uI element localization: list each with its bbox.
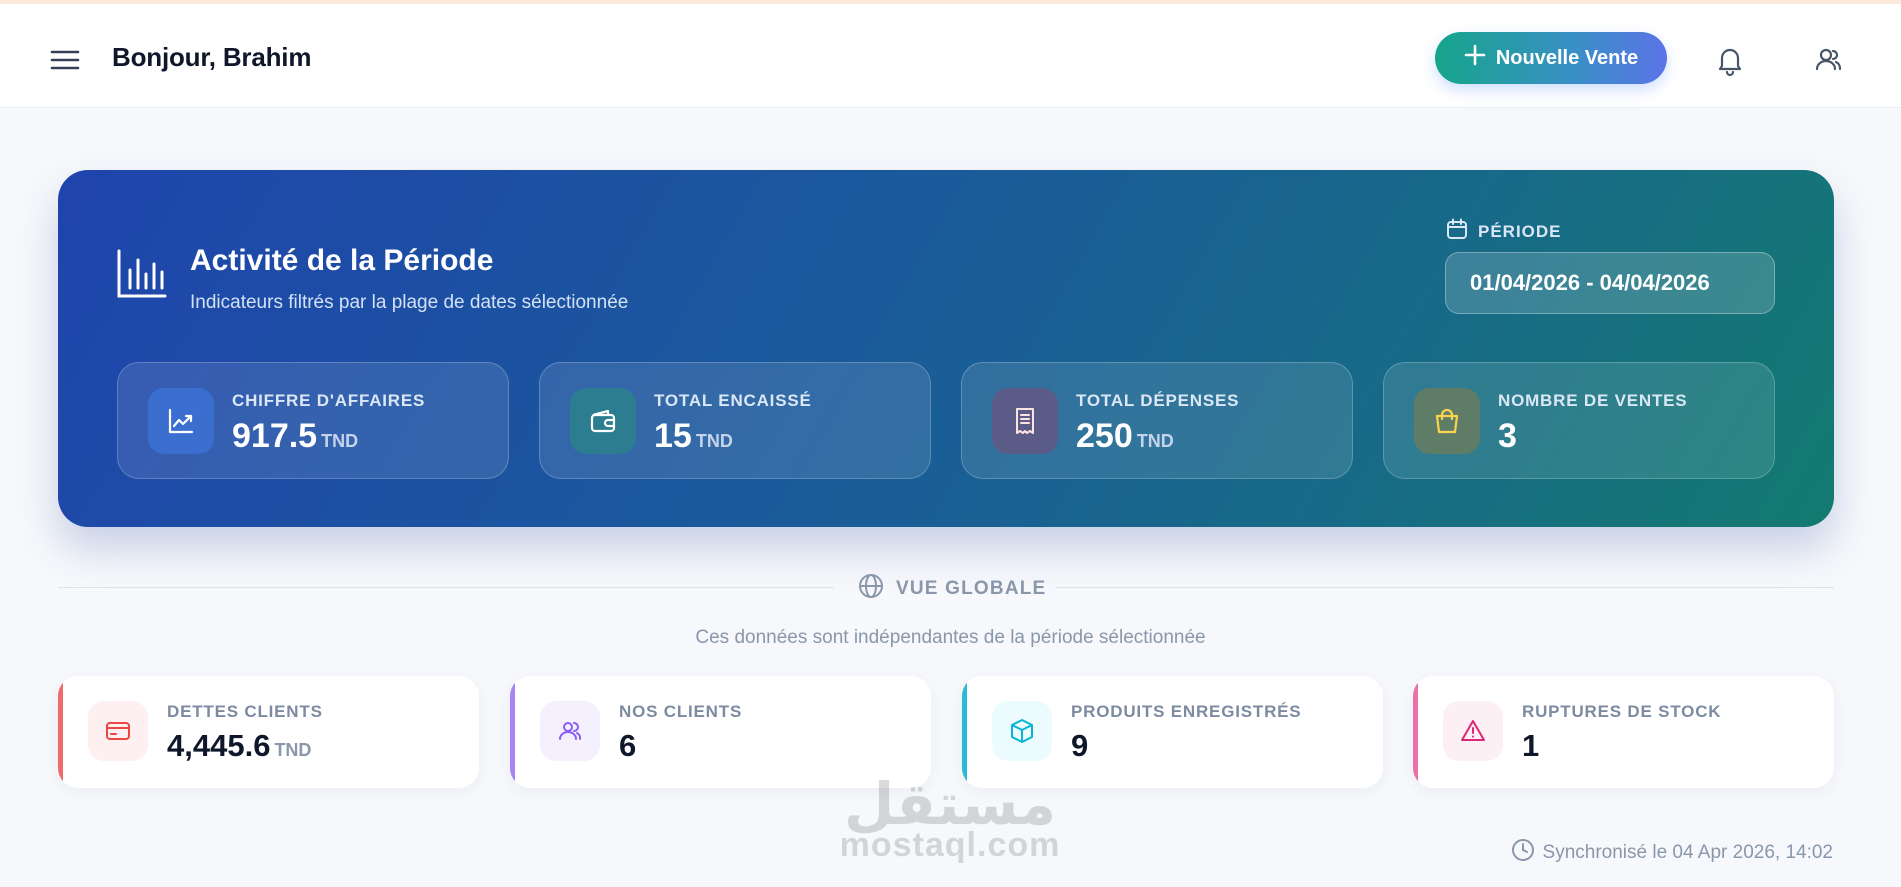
stat-value: 15 TND [654, 417, 733, 455]
stat-label: NOMBRE DE VENTES [1498, 391, 1688, 410]
greeting-text: Bonjour, Brahim [112, 42, 312, 72]
sync-text: Synchronisé le 04 Apr 2026, 14:02 [1542, 842, 1833, 863]
card-label: RUPTURES DE STOCK [1522, 702, 1722, 721]
card-value: 1 [1522, 728, 1540, 763]
stat-unit: TND [1136, 431, 1174, 451]
period-activity-panel: Activité de la Période Indicateurs filtr… [58, 170, 1834, 527]
trend-icon [148, 388, 214, 454]
global-view-subtitle: Ces données sont indépendantes de la pér… [695, 627, 1206, 648]
hero-title: Activité de la Période [190, 244, 494, 277]
stat-unit: TND [695, 431, 733, 451]
sync-status: Synchronisé le 04 Apr 2026, 14:02 [1511, 838, 1833, 868]
section-divider-left [58, 587, 834, 588]
stat-label: TOTAL DÉPENSES [1076, 391, 1240, 410]
section-divider-right [1056, 587, 1834, 588]
receipt-icon [992, 388, 1058, 454]
card-value: 4,445.6 TND [167, 728, 312, 763]
card-value: 9 [1071, 728, 1089, 763]
hero-subtitle: Indicateurs filtrés par la plage de date… [190, 292, 629, 313]
stat-value: 3 [1498, 417, 1517, 455]
period-label: PÉRIODE [1446, 218, 1562, 245]
wallet-icon [570, 388, 636, 454]
shopping-bag-icon [1414, 388, 1480, 454]
stat-card-sales-count: NOMBRE DE VENTES 3 [1383, 362, 1775, 479]
card-label: NOS CLIENTS [619, 702, 743, 721]
users-icon [540, 701, 600, 761]
watermark-logo: مستقل mostaql.com [834, 770, 1066, 866]
new-sale-label: Nouvelle Vente [1495, 46, 1639, 69]
card-label: DETTES CLIENTS [167, 702, 323, 721]
bell-icon[interactable] [1712, 42, 1748, 78]
stat-label: CHIFFRE D'AFFAIRES [232, 391, 426, 410]
plus-icon [1464, 44, 1486, 72]
clock-icon [1511, 838, 1535, 868]
period-label-text: PÉRIODE [1478, 221, 1562, 241]
card-unit: TND [274, 740, 312, 760]
stat-card-total-expenses: TOTAL DÉPENSES 250 TND [961, 362, 1353, 479]
watermark-latin: mostaql.com [839, 826, 1061, 864]
warning-icon [1443, 701, 1503, 761]
bar-chart-icon [116, 248, 168, 300]
global-view-heading: VUE GLOBALE [858, 573, 1046, 605]
user-icon[interactable] [1810, 42, 1846, 78]
card-accent-bar [1413, 676, 1418, 788]
global-view-title: VUE GLOBALE [896, 578, 1047, 599]
card-client-debts: DETTES CLIENTS 4,445.6 TND [58, 676, 479, 788]
calendar-icon [1446, 218, 1468, 245]
box-icon [992, 701, 1052, 761]
stat-card-revenue: CHIFFRE D'AFFAIRES 917.5 TND [117, 362, 509, 479]
top-header: Bonjour, Brahim Nouvelle Vente [0, 4, 1901, 108]
stat-value: 250 TND [1076, 417, 1174, 455]
date-range-picker[interactable]: 01/04/2026 - 04/04/2026 [1445, 252, 1775, 314]
card-label: PRODUITS ENREGISTRÉS [1071, 702, 1302, 721]
stat-label: TOTAL ENCAISSÉ [654, 391, 812, 410]
menu-icon[interactable] [48, 46, 82, 74]
card-value: 6 [619, 728, 637, 763]
card-accent-bar [58, 676, 63, 788]
stat-unit: TND [321, 431, 359, 451]
stat-card-total-collected: TOTAL ENCAISSÉ 15 TND [539, 362, 931, 479]
card-accent-bar [510, 676, 515, 788]
card-stock-outages: RUPTURES DE STOCK 1 [1413, 676, 1834, 788]
credit-card-icon [88, 701, 148, 761]
new-sale-button[interactable]: Nouvelle Vente [1435, 32, 1667, 84]
globe-icon [858, 573, 884, 605]
stat-value: 917.5 TND [232, 417, 359, 455]
